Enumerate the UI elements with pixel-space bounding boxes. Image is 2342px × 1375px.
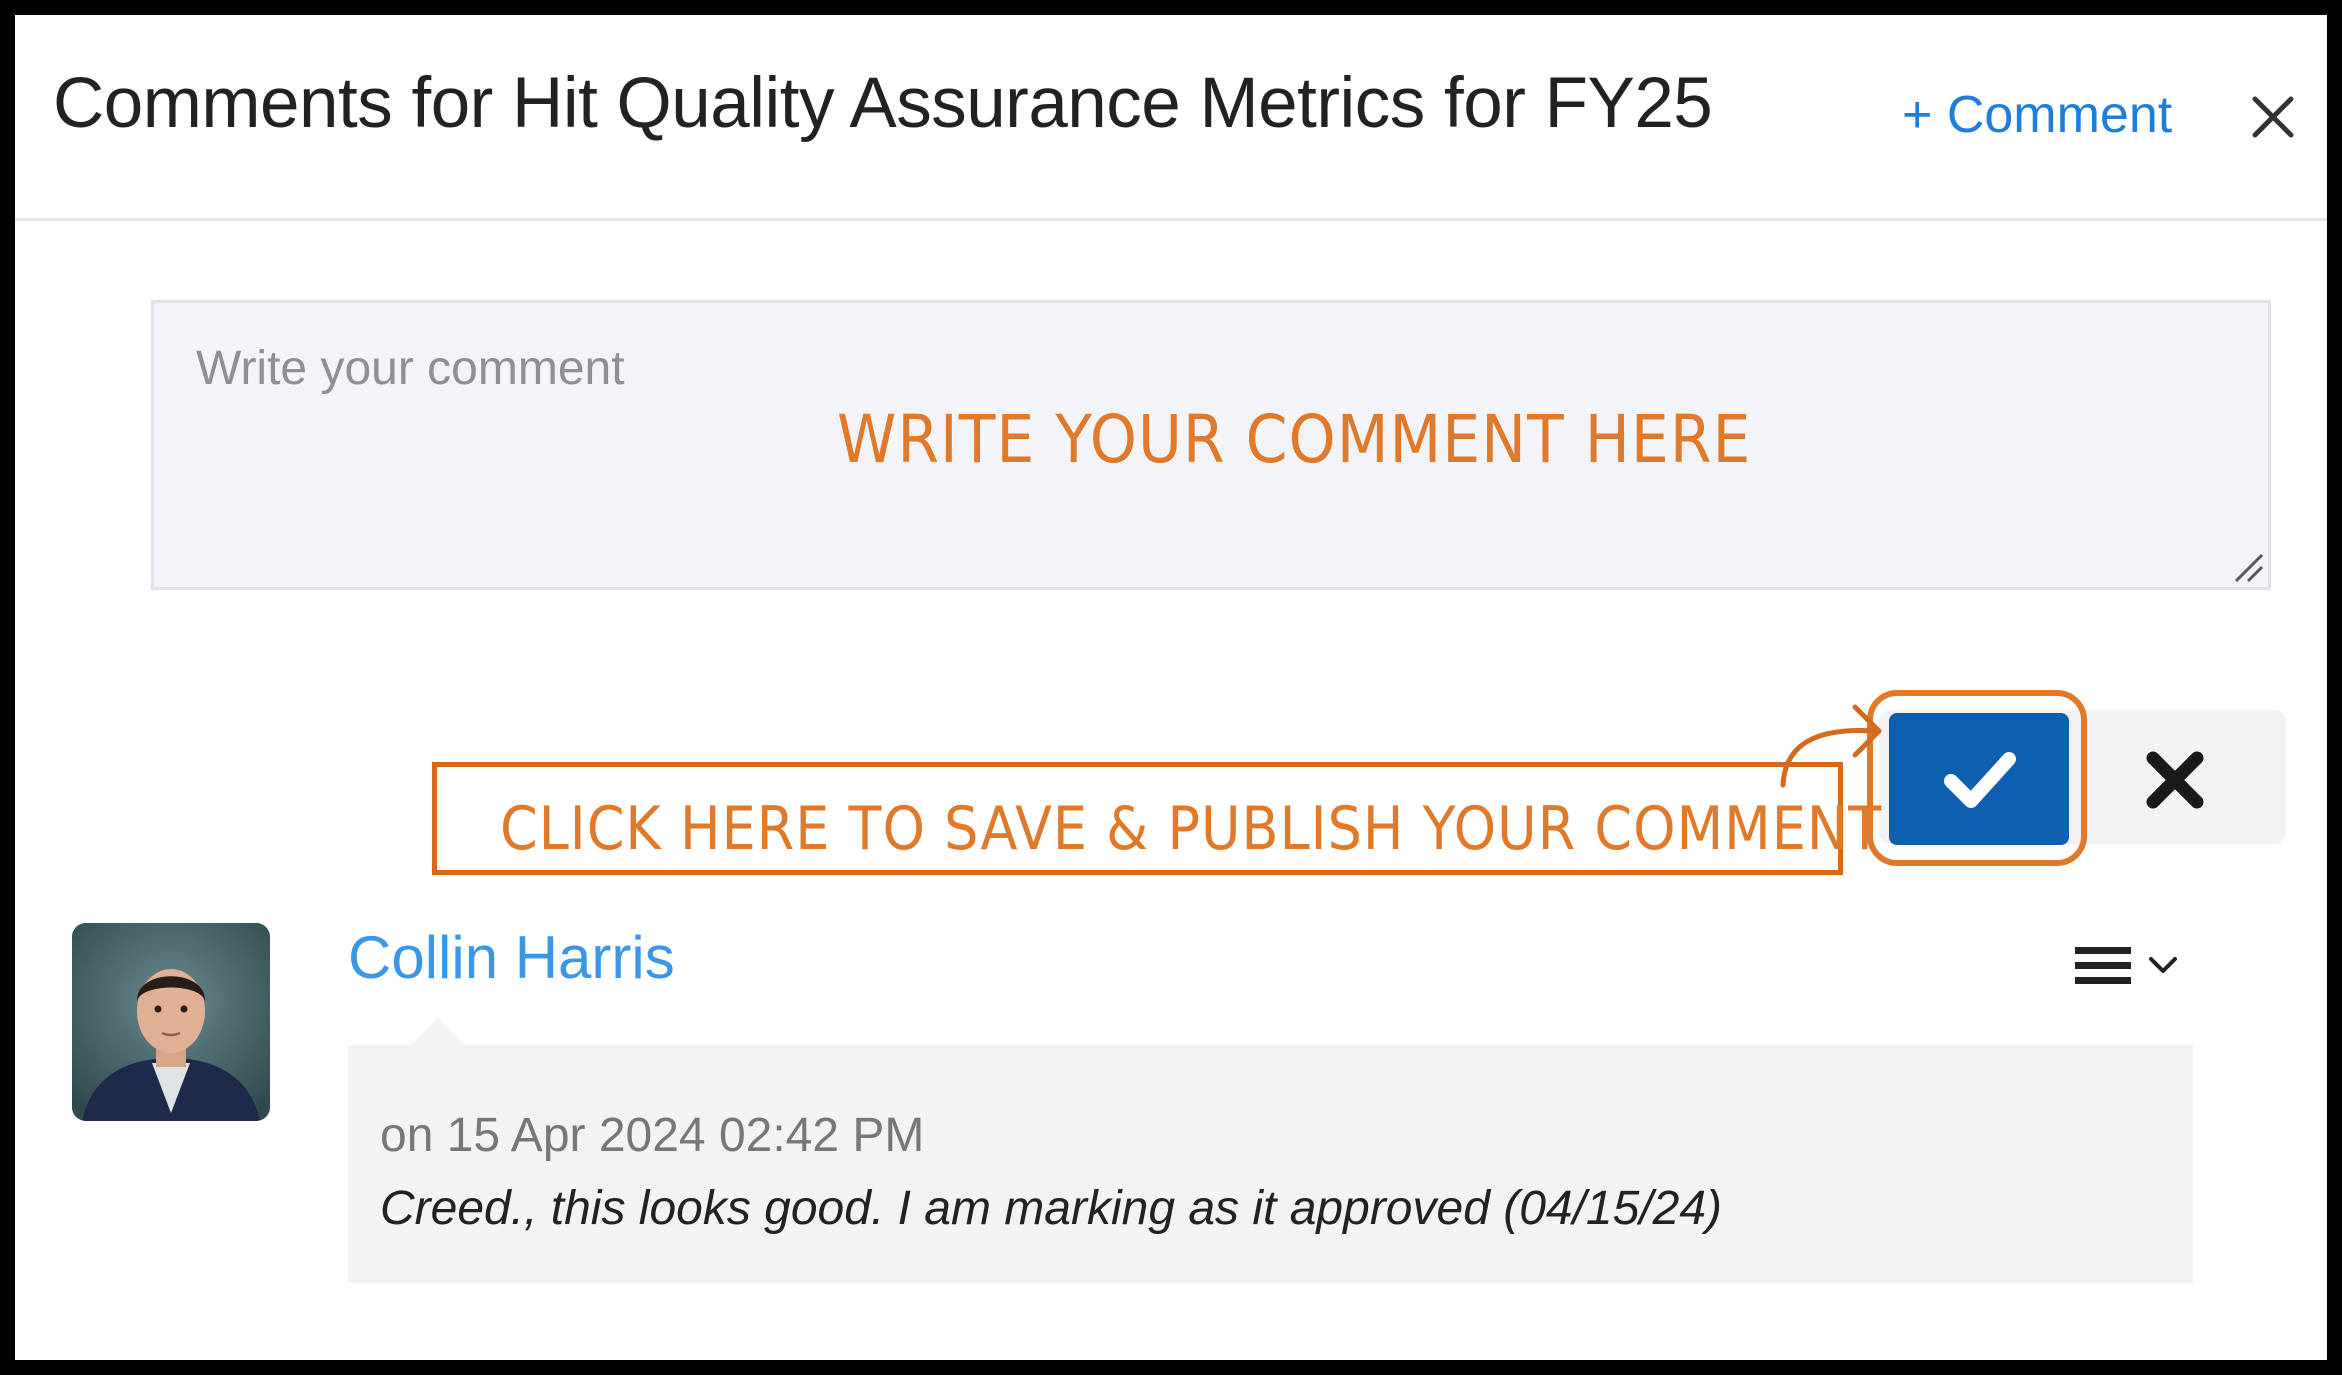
- resize-grip-icon[interactable]: [2232, 551, 2264, 583]
- close-button[interactable]: [2235, 79, 2311, 155]
- comment-menu-button[interactable]: [2065, 935, 2195, 995]
- hamburger-menu-icon: [2075, 947, 2177, 984]
- comment-bubble-pointer: [410, 1018, 466, 1046]
- comment-author-link[interactable]: Collin Harris: [348, 923, 675, 992]
- x-icon: [2146, 751, 2204, 809]
- avatar: [72, 923, 270, 1121]
- cancel-comment-button[interactable]: [2125, 730, 2225, 830]
- comment-body: Creed., this looks good. I am marking as…: [380, 1182, 1723, 1235]
- add-comment-link[interactable]: + Comment: [1902, 85, 2172, 145]
- user-photo: [72, 923, 270, 1121]
- comment-bubble: [348, 1045, 2193, 1283]
- save-comment-button[interactable]: [1889, 713, 2069, 845]
- comments-panel: Comments for Hit Quality Assurance Metri…: [15, 15, 2327, 1360]
- check-icon: [1944, 752, 2016, 808]
- panel-header: Comments for Hit Quality Assurance Metri…: [15, 15, 2327, 221]
- close-icon: [2252, 96, 2294, 138]
- annotation-save-hint: CLICK HERE TO SAVE & PUBLISH YOUR COMMEN…: [500, 793, 1883, 864]
- comment-timestamp: on 15 Apr 2024 02:42 PM: [380, 1109, 925, 1162]
- page-title: Comments for Hit Quality Assurance Metri…: [53, 64, 1713, 143]
- annotation-write-hint: WRITE YOUR COMMENT HERE: [837, 401, 1752, 479]
- annotation-arrow-icon: [1780, 704, 1882, 788]
